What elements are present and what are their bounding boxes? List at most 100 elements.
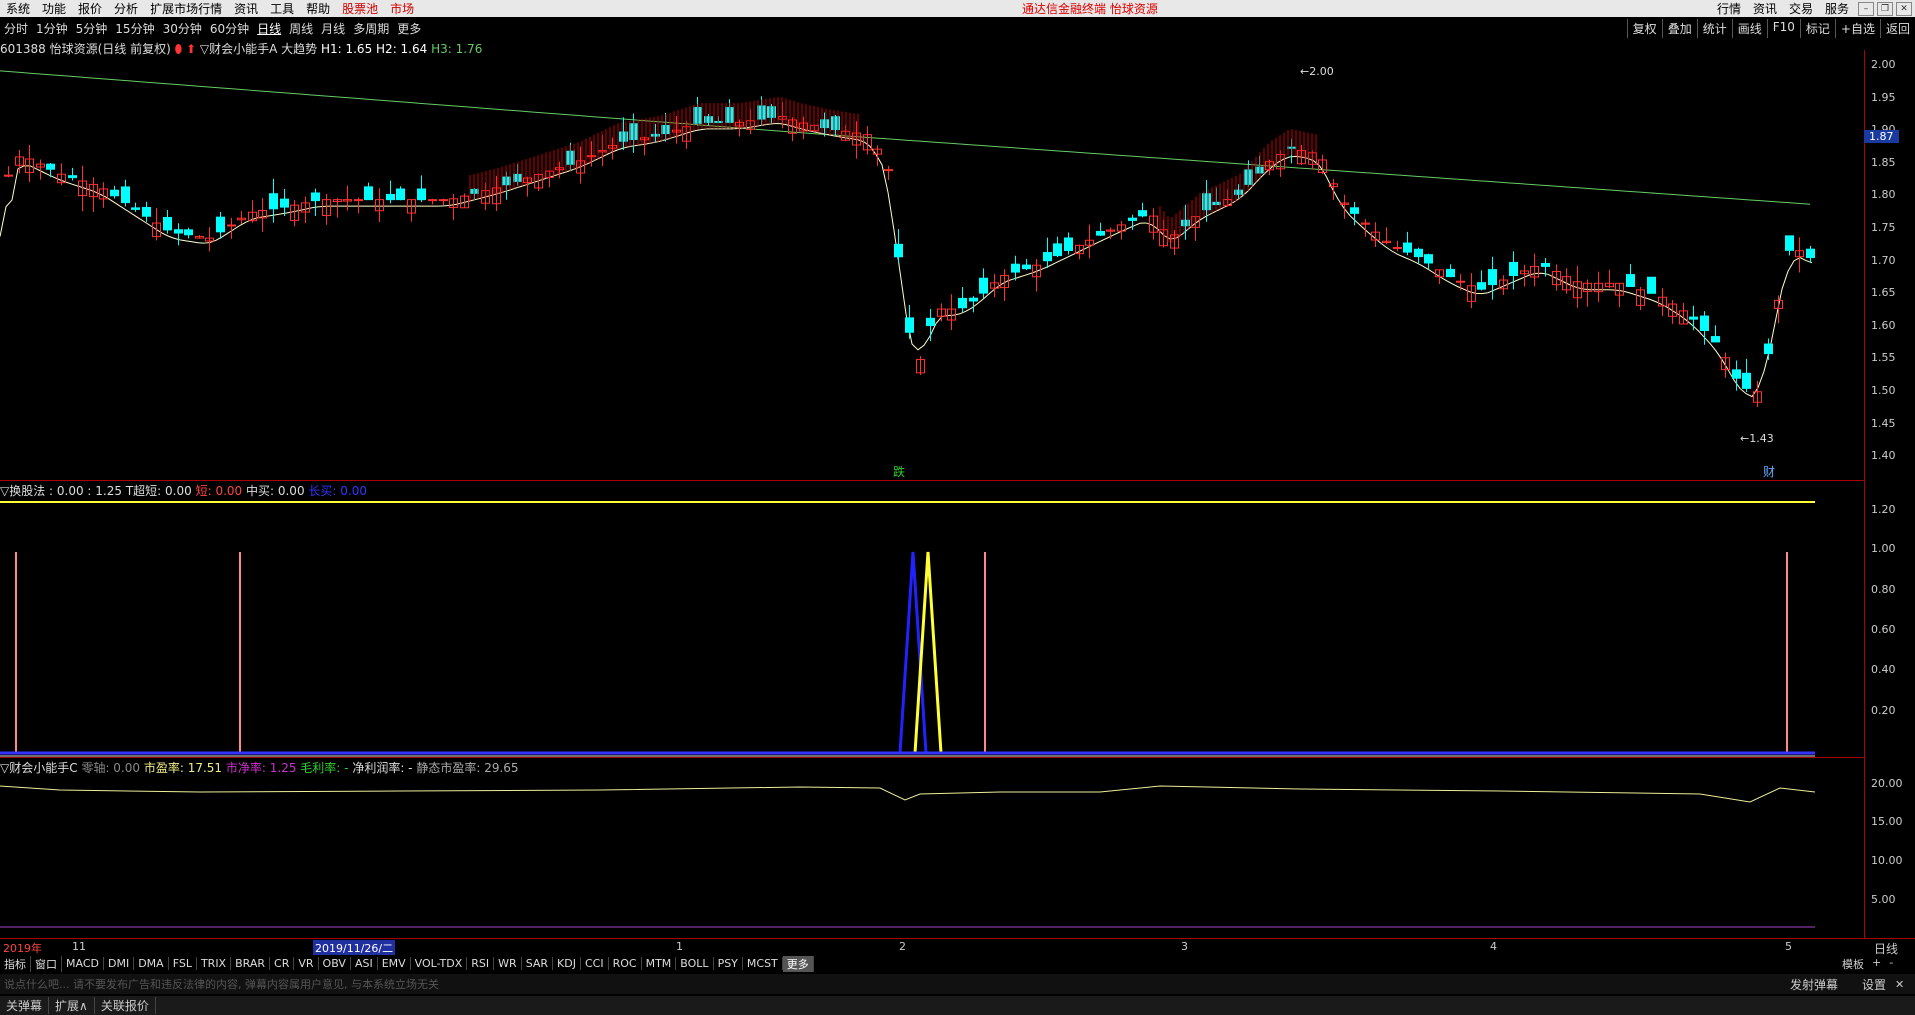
- menu-item-tools[interactable]: 工具: [264, 0, 300, 17]
- tab-macd[interactable]: MACD: [62, 957, 104, 970]
- price-axis: 2.001.951.901.851.801.751.701.651.601.55…: [1864, 50, 1915, 480]
- bottom-bar: 关弹幕 扩展∧ 关联报价: [0, 996, 1915, 1015]
- period-tab[interactable]: 5分钟: [72, 20, 112, 37]
- menu-right-quote[interactable]: 行情: [1711, 0, 1747, 17]
- period-tab-active[interactable]: 日线: [253, 20, 285, 37]
- restore-icon[interactable]: ❐: [1877, 1, 1893, 16]
- danmaku-settings-button[interactable]: 设置: [1862, 976, 1886, 993]
- tab-dmi[interactable]: DMI: [104, 957, 135, 970]
- tab-sar[interactable]: SAR: [522, 957, 554, 970]
- date-label: 2019年: [3, 942, 42, 955]
- low-price-label: ←1.43: [1740, 432, 1774, 445]
- add-window-button[interactable]: +: [1872, 956, 1881, 972]
- tab-roc[interactable]: ROC: [609, 957, 642, 970]
- tool-adjust-button[interactable]: 复权: [1626, 19, 1662, 38]
- candle-body: [1446, 268, 1455, 278]
- candle-body: [1138, 210, 1147, 217]
- ma-short-line: [0, 123, 1813, 398]
- menu-right-trade[interactable]: 交易: [1783, 0, 1819, 17]
- menu-right-service[interactable]: 服务: [1819, 0, 1855, 17]
- menu-right-info[interactable]: 资讯: [1747, 0, 1783, 17]
- tab-vr[interactable]: VR: [294, 957, 319, 970]
- period-bar: 分时 1分钟 5分钟 15分钟 30分钟 60分钟 日线 周线 月线 多周期 更…: [0, 19, 1915, 38]
- period-tab[interactable]: 多周期: [349, 20, 393, 37]
- tool-f10-button[interactable]: F10: [1766, 19, 1800, 38]
- menu-item-extended-market[interactable]: 扩展市场行情: [144, 0, 228, 17]
- menu-item-quote[interactable]: 报价: [72, 0, 108, 17]
- date-label: 1: [676, 940, 683, 953]
- minimize-icon[interactable]: –: [1858, 1, 1874, 16]
- menu-item-help[interactable]: 帮助: [300, 0, 336, 17]
- menu-item-analysis[interactable]: 分析: [108, 0, 144, 17]
- tool-mark-button[interactable]: 标记: [1799, 19, 1835, 38]
- tab-kdj[interactable]: KDJ: [553, 957, 581, 970]
- tool-watchlist-button[interactable]: +自选: [1834, 19, 1880, 38]
- tab-wr[interactable]: WR: [494, 957, 522, 970]
- tool-stats-button[interactable]: 统计: [1696, 19, 1732, 38]
- tab-fsl[interactable]: FSL: [169, 957, 197, 970]
- tool-overlay-button[interactable]: 叠加: [1661, 19, 1697, 38]
- tab-window[interactable]: 窗口: [31, 955, 62, 972]
- tool-draw-button[interactable]: 画线: [1731, 19, 1767, 38]
- tab-psy[interactable]: PSY: [714, 957, 743, 970]
- menu-item-stock-pool[interactable]: 股票池: [336, 0, 384, 17]
- danmaku-toggle-button[interactable]: 关弹幕: [0, 997, 50, 1014]
- tab-dma[interactable]: DMA: [134, 957, 169, 970]
- menu-item-system[interactable]: 系统: [0, 0, 36, 17]
- tab-brar[interactable]: BRAR: [231, 957, 271, 970]
- axis-tick-label: 1.20: [1871, 503, 1896, 516]
- tab-mcst[interactable]: MCST: [743, 957, 783, 970]
- candle-body: [1647, 276, 1656, 294]
- tab-更多[interactable]: 更多: [782, 955, 814, 972]
- danmaku-input[interactable]: 说点什么吧... 请不要发布广告和违反法律的内容, 弹幕内容属用户意见, 与本系…: [0, 976, 439, 992]
- candle-body: [354, 199, 363, 202]
- period-tab[interactable]: 15分钟: [111, 20, 158, 37]
- candle-body: [979, 277, 988, 294]
- candle-body: [1414, 248, 1423, 258]
- candle-body: [364, 186, 373, 201]
- period-tab[interactable]: 1分钟: [32, 20, 72, 37]
- menu-item-market[interactable]: 市场: [384, 0, 420, 17]
- extend-button[interactable]: 扩展∧: [49, 997, 95, 1014]
- indicator-tabbar: 指标 窗口 MACD DMI DMA FSL TRIX BRAR CR VR OBV ASI EMV VO…: [0, 955, 1915, 972]
- candle-body: [1043, 252, 1052, 262]
- axis-tick-label: 0.80: [1871, 583, 1896, 596]
- close-icon[interactable]: ✕: [1895, 978, 1904, 991]
- tab-boll[interactable]: BOLL: [676, 957, 714, 970]
- period-tab[interactable]: 60分钟: [206, 20, 253, 37]
- tab-cci[interactable]: CCI: [581, 957, 609, 970]
- period-tab[interactable]: 分时: [0, 20, 32, 37]
- candle-body: [905, 317, 914, 333]
- tab-controls: 模板 + -: [1842, 956, 1893, 972]
- period-tab-more[interactable]: 更多: [393, 20, 425, 37]
- tab-vol-tdx[interactable]: VOL-TDX: [411, 957, 468, 970]
- tab-obv[interactable]: OBV: [319, 957, 351, 970]
- tab-rsi[interactable]: RSI: [467, 957, 495, 970]
- tab-cr[interactable]: CR: [270, 957, 295, 970]
- menu-item-info[interactable]: 资讯: [228, 0, 264, 17]
- tab-asi[interactable]: ASI: [351, 957, 378, 970]
- price-chart[interactable]: ←2.00 ←1.43 跌 财: [0, 50, 1864, 480]
- danmaku-send-button[interactable]: 发射弹幕: [1790, 976, 1838, 993]
- valuation-chart[interactable]: [0, 772, 1864, 938]
- candle-body: [428, 199, 437, 202]
- panel-divider: [0, 480, 1864, 481]
- tab-emv[interactable]: EMV: [378, 957, 411, 970]
- axis-tick-label: 5.00: [1871, 893, 1896, 906]
- menu-item-function[interactable]: 功能: [36, 0, 72, 17]
- axis-tick-label: 1.40: [1871, 449, 1896, 463]
- period-tab[interactable]: 周线: [285, 20, 317, 37]
- tab-trix[interactable]: TRIX: [197, 957, 232, 970]
- period-tab[interactable]: 月线: [317, 20, 349, 37]
- date-label: 3: [1181, 940, 1188, 953]
- template-button[interactable]: 模板: [1842, 956, 1864, 972]
- period-tab[interactable]: 30分钟: [159, 20, 206, 37]
- tab-mtm[interactable]: MTM: [642, 957, 677, 970]
- swap-indicator-chart[interactable]: [0, 495, 1864, 757]
- linked-quote-button[interactable]: 关联报价: [95, 997, 156, 1014]
- tool-back-button[interactable]: 返回: [1879, 19, 1915, 38]
- candle-body: [121, 186, 130, 204]
- close-icon[interactable]: ✕: [1896, 1, 1912, 16]
- tab-indicator[interactable]: 指标: [0, 955, 31, 972]
- remove-window-button[interactable]: -: [1889, 956, 1893, 972]
